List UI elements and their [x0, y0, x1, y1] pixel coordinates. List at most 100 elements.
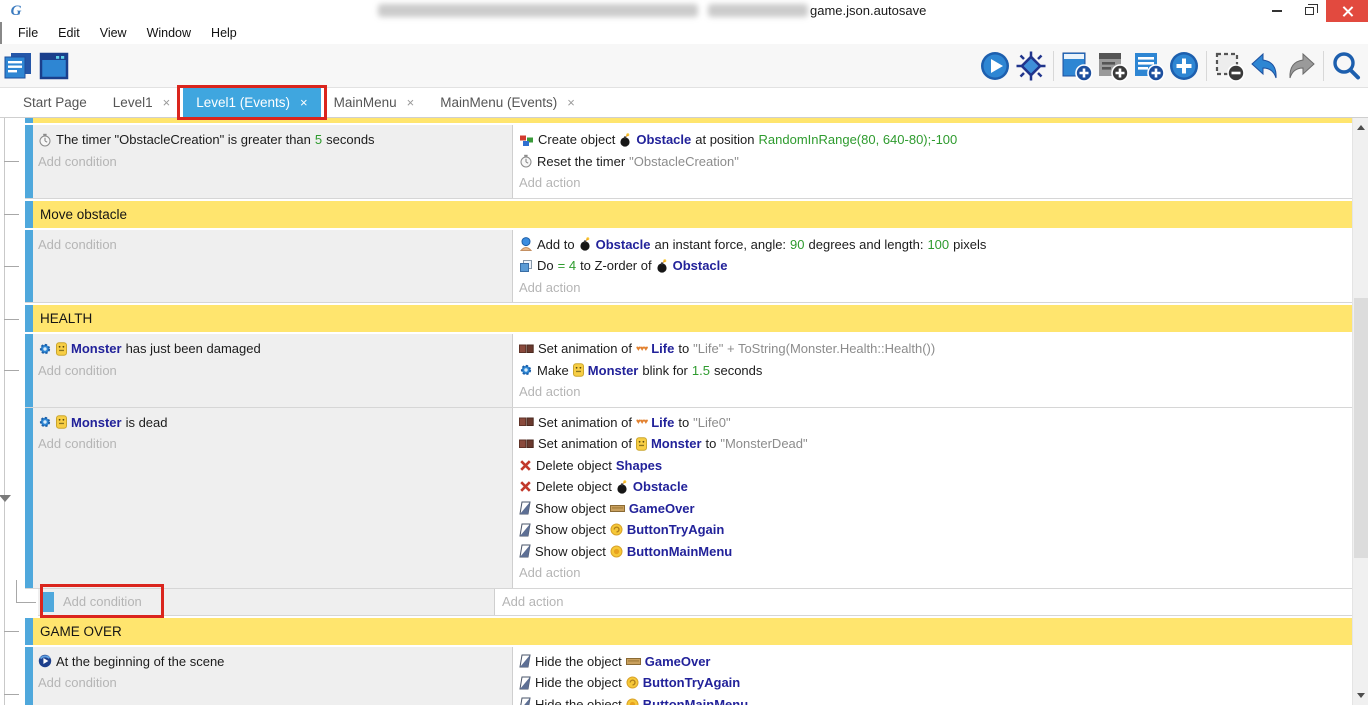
- object-link[interactable]: GameOver: [629, 501, 695, 516]
- undo-button[interactable]: [1247, 47, 1283, 85]
- add-comment-button[interactable]: [1130, 47, 1166, 85]
- add-action-button[interactable]: Add action: [519, 277, 1346, 299]
- event-handle-bar[interactable]: [25, 647, 33, 705]
- action-line[interactable]: Do = 4 to Z-order of Obstacle: [519, 255, 1346, 277]
- action-line[interactable]: Make Monster blink for 1.5 seconds: [519, 360, 1346, 382]
- add-condition-button[interactable]: Add condition: [54, 591, 142, 613]
- object-link[interactable]: GameOver: [645, 654, 711, 669]
- event-row[interactable]: At the beginning of the sceneAdd conditi…: [25, 647, 1352, 705]
- object-link[interactable]: Obstacle: [673, 258, 728, 273]
- project-manager-button[interactable]: [0, 47, 36, 85]
- tab-level1-events[interactable]: Level1 (Events)×: [183, 88, 320, 117]
- condition-line[interactable]: At the beginning of the scene: [38, 651, 506, 673]
- comment-row[interactable]: HEALTH: [25, 303, 1352, 334]
- object-link[interactable]: Obstacle: [636, 132, 691, 147]
- debug-button[interactable]: [1013, 47, 1049, 85]
- add-action-button[interactable]: Add action: [519, 562, 1346, 584]
- tab-level1[interactable]: Level1×: [100, 88, 183, 117]
- play-button[interactable]: [977, 47, 1013, 85]
- event-handle-bar[interactable]: [43, 592, 54, 612]
- object-link[interactable]: Obstacle: [633, 479, 688, 494]
- comment-row[interactable]: Move obstacle: [25, 199, 1352, 230]
- add-condition-button[interactable]: Add condition: [38, 234, 506, 256]
- scroll-down-arrow[interactable]: [1357, 693, 1365, 698]
- scroll-thumb[interactable]: [1354, 298, 1368, 558]
- object-link[interactable]: Monster: [588, 363, 639, 378]
- object-link[interactable]: ButtonTryAgain: [643, 675, 741, 690]
- event-handle-bar[interactable]: [25, 618, 33, 645]
- event-row[interactable]: Add condition Add to Obstacle an instant …: [25, 230, 1352, 304]
- minimize-button[interactable]: [1262, 0, 1292, 22]
- action-line[interactable]: Show object ButtonTryAgain: [519, 519, 1346, 541]
- event-handle-bar[interactable]: [25, 305, 33, 332]
- add-plus-button[interactable]: [1166, 47, 1202, 85]
- event-handle-bar[interactable]: [25, 408, 33, 588]
- event-handle-bar[interactable]: [25, 118, 33, 123]
- object-link[interactable]: Obstacle: [596, 237, 651, 252]
- object-link[interactable]: Monster: [71, 341, 122, 356]
- tab-start-page[interactable]: Start Page: [10, 88, 100, 117]
- event-handle-bar[interactable]: [25, 230, 33, 303]
- tab-mainmenu-events[interactable]: MainMenu (Events)×: [427, 88, 588, 117]
- action-line[interactable]: Show object ButtonMainMenu: [519, 541, 1346, 563]
- action-line[interactable]: Hide the object ButtonTryAgain: [519, 672, 1346, 694]
- action-line[interactable]: Hide the object GameOver: [519, 651, 1346, 673]
- object-link[interactable]: Monster: [651, 436, 702, 451]
- object-link[interactable]: ButtonMainMenu: [643, 697, 748, 705]
- delete-event-button[interactable]: [1211, 47, 1247, 85]
- comment-row[interactable]: GAME OVER: [25, 616, 1352, 647]
- action-line[interactable]: Delete object Obstacle: [519, 476, 1346, 498]
- event-row[interactable]: Monster has just been damagedAdd conditi…: [25, 334, 1352, 408]
- event-handle-bar[interactable]: [25, 201, 33, 228]
- sub-event-row[interactable]: Add condition Add action: [38, 589, 1352, 616]
- search-button[interactable]: [1328, 47, 1364, 85]
- add-condition-button[interactable]: Add condition: [38, 672, 506, 694]
- object-link[interactable]: ButtonTryAgain: [627, 522, 725, 537]
- menu-view[interactable]: View: [90, 26, 137, 40]
- add-event-button[interactable]: [1058, 47, 1094, 85]
- add-condition-button[interactable]: Add condition: [38, 151, 506, 173]
- add-condition-button[interactable]: Add condition: [38, 360, 506, 382]
- action-line[interactable]: Delete object Shapes: [519, 455, 1346, 477]
- add-action-button[interactable]: Add action: [502, 591, 563, 613]
- redo-button[interactable]: [1283, 47, 1319, 85]
- tab-close-icon[interactable]: ×: [407, 95, 415, 110]
- object-link[interactable]: Life: [651, 415, 674, 430]
- action-line[interactable]: Set animation of ♥♥♥Life to "Life" + ToS…: [519, 338, 1346, 360]
- action-line[interactable]: Reset the timer "ObstacleCreation": [519, 151, 1346, 173]
- tab-mainmenu[interactable]: MainMenu×: [321, 88, 428, 117]
- menu-edit[interactable]: Edit: [48, 26, 90, 40]
- action-line[interactable]: Set animation of ♥♥♥Life to "Life0": [519, 412, 1346, 434]
- event-row[interactable]: Monster is deadAdd condition Set animatio…: [25, 408, 1352, 589]
- object-link[interactable]: ButtonMainMenu: [627, 544, 732, 559]
- action-line[interactable]: Show object GameOver: [519, 498, 1346, 520]
- scene-editor-button[interactable]: [36, 47, 72, 85]
- menu-window[interactable]: Window: [137, 26, 201, 40]
- condition-line[interactable]: Monster is dead: [38, 412, 506, 434]
- object-link[interactable]: Monster: [71, 415, 122, 430]
- tab-close-icon[interactable]: ×: [163, 95, 171, 110]
- tab-close-icon[interactable]: ×: [300, 95, 308, 110]
- condition-line[interactable]: The timer "ObstacleCreation" is greater …: [38, 129, 506, 151]
- object-link[interactable]: Life: [651, 341, 674, 356]
- add-action-button[interactable]: Add action: [519, 172, 1346, 194]
- menu-file[interactable]: File: [8, 26, 48, 40]
- event-handle-bar[interactable]: [25, 334, 33, 407]
- close-button[interactable]: [1326, 0, 1368, 22]
- action-line[interactable]: Set animation of Monster to "MonsterDead…: [519, 433, 1346, 455]
- event-row[interactable]: The timer "ObstacleCreation" is greater …: [25, 125, 1352, 199]
- action-line[interactable]: Hide the object ButtonMainMenu: [519, 694, 1346, 705]
- object-link[interactable]: Shapes: [616, 458, 662, 473]
- menu-help[interactable]: Help: [201, 26, 247, 40]
- tab-close-icon[interactable]: ×: [567, 95, 575, 110]
- event-handle-bar[interactable]: [25, 125, 33, 198]
- comment-row[interactable]: [25, 118, 1352, 125]
- add-condition-button[interactable]: Add condition: [38, 433, 506, 455]
- add-action-button[interactable]: Add action: [519, 381, 1346, 403]
- restore-button[interactable]: [1294, 0, 1324, 22]
- scroll-up-arrow[interactable]: [1357, 125, 1365, 130]
- action-line[interactable]: Create object Obstacle at position Rando…: [519, 129, 1346, 151]
- action-line[interactable]: Add to Obstacle an instant force, angle:…: [519, 234, 1346, 256]
- add-subevent-button[interactable]: [1094, 47, 1130, 85]
- vertical-scrollbar[interactable]: [1352, 118, 1368, 705]
